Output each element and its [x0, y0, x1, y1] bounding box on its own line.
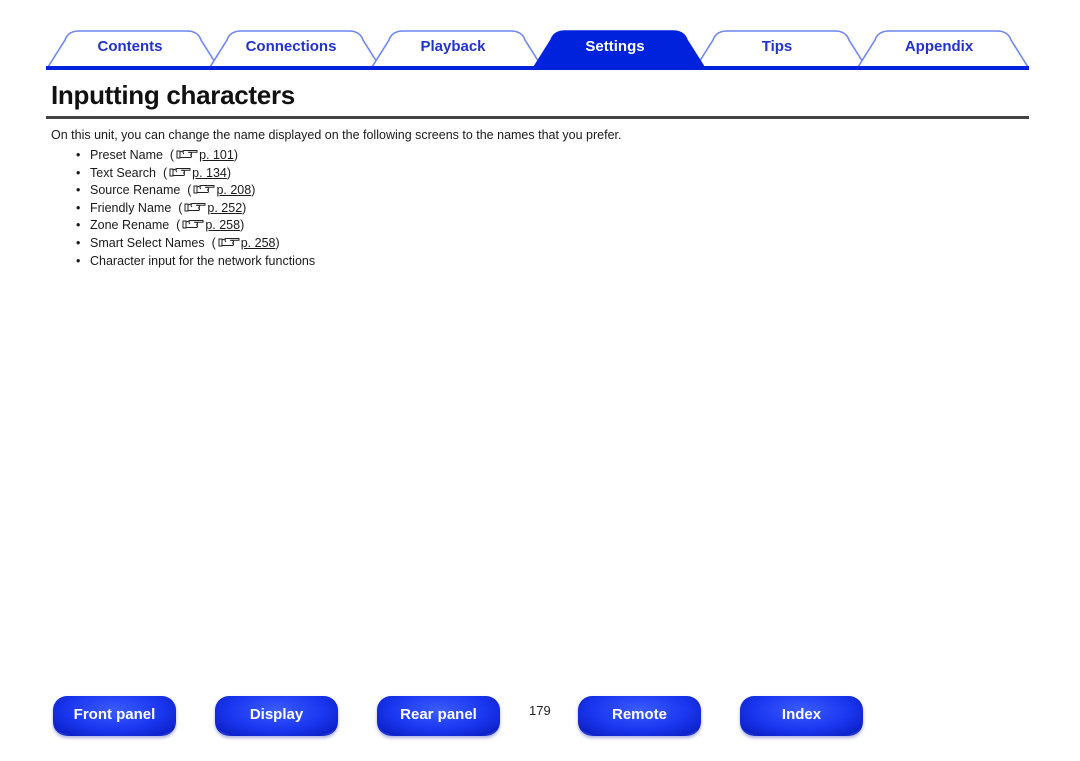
item-label: Source Rename	[90, 183, 181, 198]
tab-contents[interactable]: Contents	[55, 38, 205, 55]
tab-bar: Contents Connections Playback Settings T…	[0, 0, 1080, 72]
list-item: Zone Rename (p. 258)	[76, 217, 315, 235]
page-number: 179	[529, 703, 551, 718]
index-button[interactable]: Index	[740, 696, 863, 736]
page-ref-link[interactable]: p. 258	[205, 218, 240, 232]
item-label: Zone Rename	[90, 218, 170, 233]
rear-panel-button[interactable]: Rear panel	[377, 696, 500, 736]
tab-playback[interactable]: Playback	[378, 38, 528, 55]
tab-tips[interactable]: Tips	[702, 38, 852, 55]
intro-text: On this unit, you can change the name di…	[51, 128, 622, 142]
display-button[interactable]: Display	[215, 696, 338, 736]
remote-button[interactable]: Remote	[578, 696, 701, 736]
pointing-hand-icon	[169, 167, 191, 177]
tab-baseline	[46, 66, 1029, 70]
item-label: Smart Select Names	[90, 235, 205, 250]
tab-connections[interactable]: Connections	[216, 38, 366, 55]
title-divider	[46, 116, 1029, 119]
page-title: Inputting characters	[51, 80, 295, 110]
tab-settings[interactable]: Settings	[540, 38, 690, 55]
item-label: Text Search	[90, 165, 157, 180]
page-ref-link[interactable]: p. 101	[199, 148, 234, 162]
pointing-hand-icon	[184, 202, 206, 212]
item-label: Preset Name	[90, 148, 163, 162]
tab-shapes	[46, 30, 1029, 70]
list-item: Source Rename (p. 208)	[76, 182, 315, 200]
pointing-hand-icon	[182, 220, 204, 229]
list-item: Character input for the network function…	[76, 253, 315, 271]
list-item: Text Search (p. 134)	[76, 165, 315, 183]
screen-list: Preset Name (p. 101) Text Search (p. 134…	[76, 147, 315, 270]
tab-appendix[interactable]: Appendix	[864, 38, 1014, 55]
pointing-hand-icon	[193, 185, 215, 194]
page-ref-link[interactable]: p. 252	[207, 201, 242, 215]
pointing-hand-icon	[218, 237, 240, 247]
page-ref-link[interactable]: p. 208	[216, 183, 251, 197]
pointing-hand-icon	[176, 150, 198, 159]
item-label: Friendly Name	[90, 200, 172, 215]
list-item: Smart Select Names (p. 258)	[76, 235, 315, 253]
page-ref-link[interactable]: p. 258	[241, 236, 276, 250]
front-panel-button[interactable]: Front panel	[53, 696, 176, 736]
page-ref-link[interactable]: p. 134	[192, 166, 227, 180]
list-item: Preset Name (p. 101)	[76, 147, 315, 165]
item-label: Character input for the network function…	[90, 253, 316, 268]
list-item: Friendly Name (p. 252)	[76, 200, 315, 218]
